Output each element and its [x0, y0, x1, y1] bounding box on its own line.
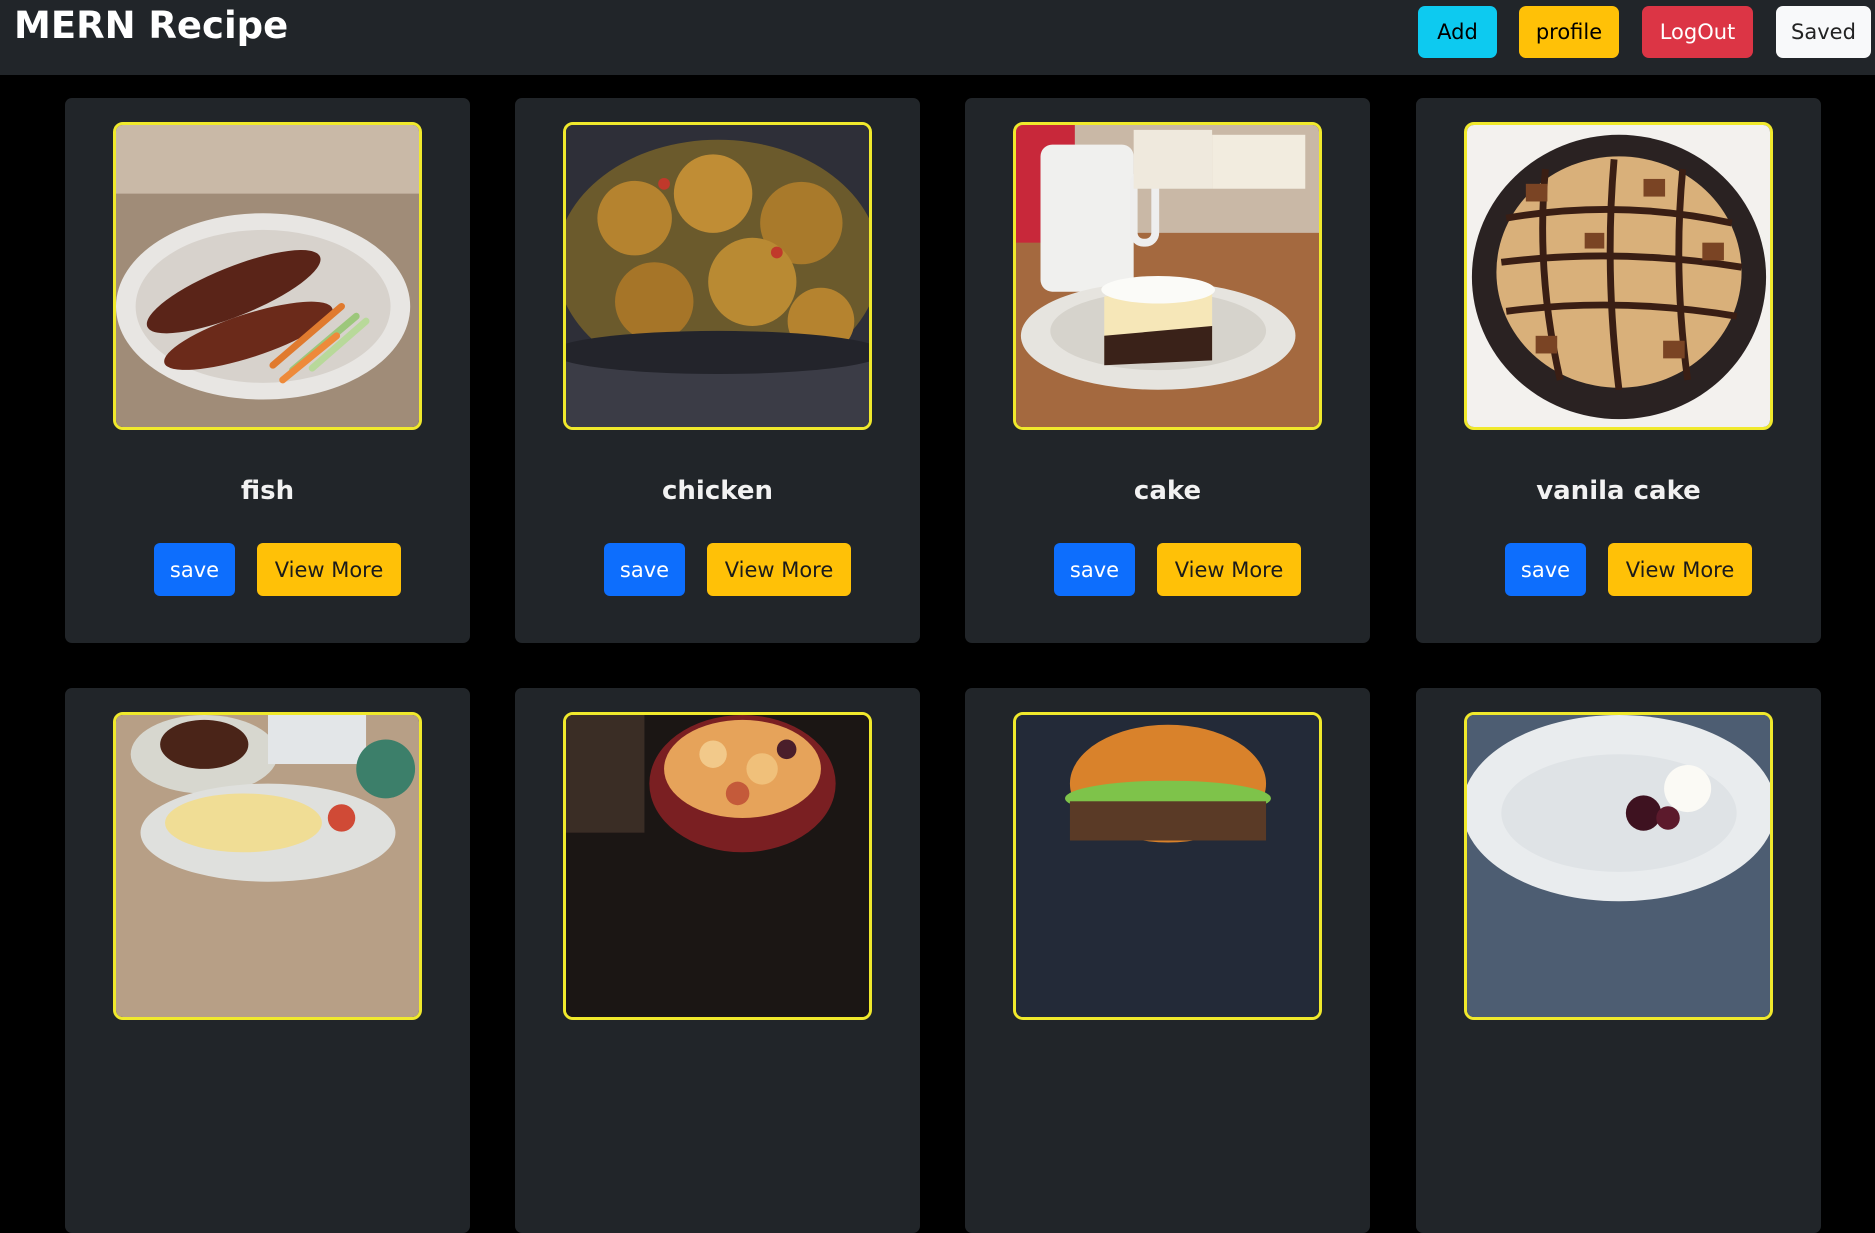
recipe-card: fish save View More — [65, 98, 470, 643]
profile-button[interactable]: profile — [1519, 6, 1619, 58]
view-more-button[interactable]: View More — [1157, 543, 1301, 596]
recipe-title: chicken — [662, 476, 773, 506]
chicken-pan-image — [563, 122, 872, 430]
save-button[interactable]: save — [1054, 543, 1135, 596]
saved-button[interactable]: Saved — [1776, 6, 1871, 58]
logout-button[interactable]: LogOut — [1642, 6, 1753, 58]
recipe-card: chicken save View More — [515, 98, 920, 643]
recipe-title: fish — [240, 476, 295, 506]
bread-pudding-image — [563, 712, 872, 1020]
view-more-button[interactable]: View More — [257, 543, 401, 596]
save-button[interactable]: save — [604, 543, 685, 596]
burger-image — [1013, 712, 1322, 1020]
recipe-card — [515, 688, 920, 1233]
recipe-card: vanila cake save View More — [1416, 98, 1821, 643]
fish-plate-image — [113, 122, 422, 430]
cake-slice-image — [1013, 122, 1322, 430]
app-title[interactable]: MERN Recipe — [14, 4, 288, 47]
recipe-card — [65, 688, 470, 1233]
chocolate-pie-image — [1464, 122, 1773, 430]
view-more-button[interactable]: View More — [1608, 543, 1752, 596]
save-button[interactable]: save — [154, 543, 235, 596]
recipe-card — [1416, 688, 1821, 1233]
recipe-title: vanila cake — [1536, 476, 1701, 506]
save-button[interactable]: save — [1505, 543, 1586, 596]
recipe-card: cake save View More — [965, 98, 1370, 643]
view-more-button[interactable]: View More — [707, 543, 851, 596]
recipe-title: cake — [1133, 476, 1202, 506]
plated-meal-image — [113, 712, 422, 1020]
add-button[interactable]: Add — [1418, 6, 1497, 58]
dessert-bowl-image — [1464, 712, 1773, 1020]
navbar: MERN Recipe Add profile LogOut Saved — [0, 0, 1875, 75]
recipe-card — [965, 688, 1370, 1233]
